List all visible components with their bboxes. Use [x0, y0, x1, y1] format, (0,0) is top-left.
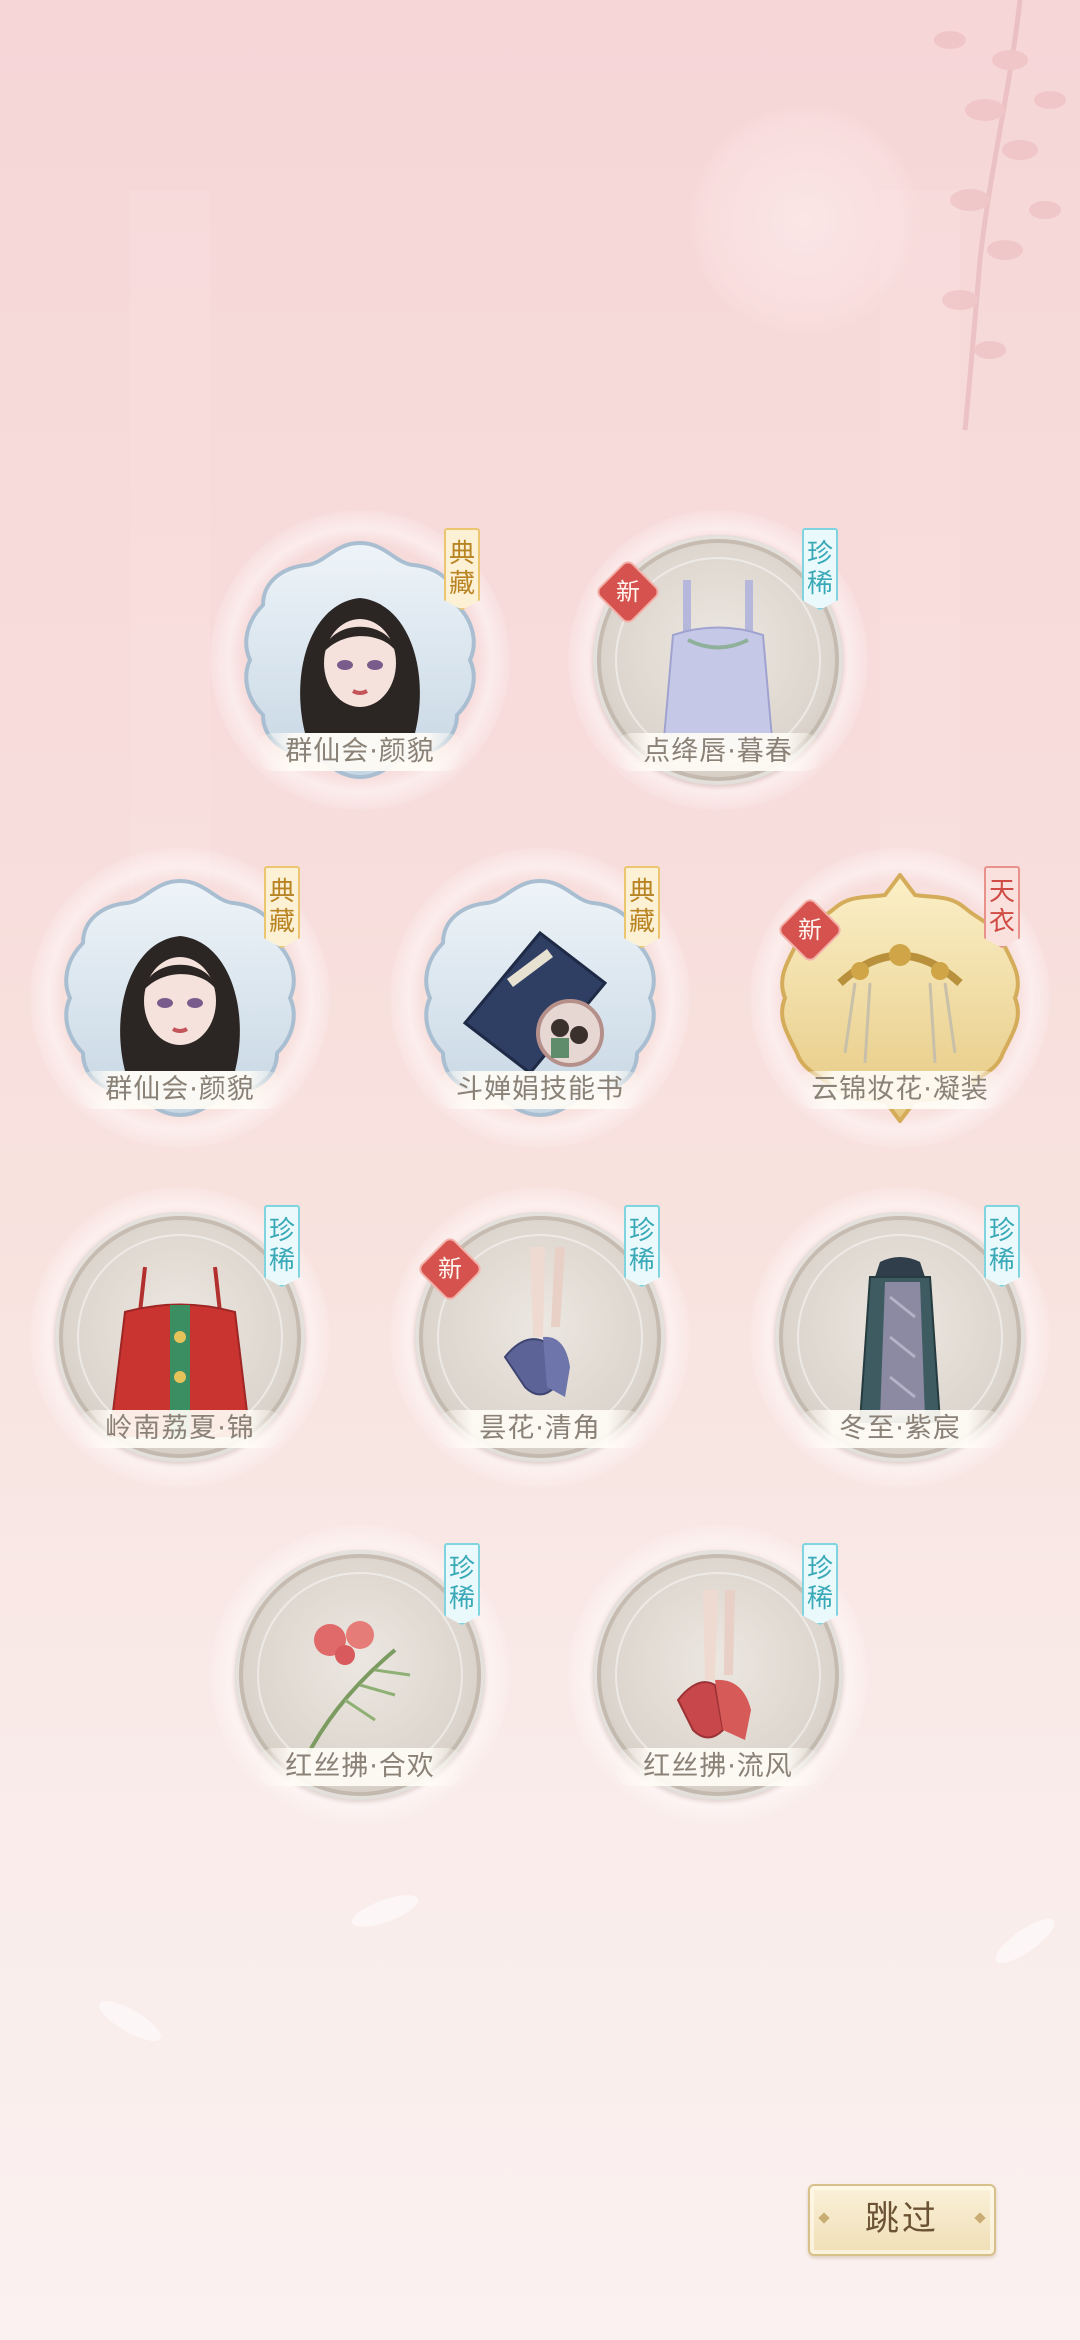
rarity-tag: 珍稀: [984, 1205, 1020, 1287]
face-portrait-icon: [120, 936, 240, 1071]
rarity-tag: 典藏: [444, 528, 480, 610]
rarity-tag: 珍稀: [802, 1543, 838, 1625]
item-name: 冬至·紫宸: [795, 1410, 1005, 1448]
rarity-tag: 天衣: [984, 866, 1020, 948]
reward-item[interactable]: 珍稀 红丝拂·流风: [568, 1525, 868, 1825]
item-name: 群仙会·颜貌: [75, 1071, 285, 1109]
item-name: 斗婵娟技能书: [435, 1071, 645, 1109]
new-badge: 新: [418, 1237, 482, 1301]
reward-item[interactable]: 珍稀 冬至·紫宸: [750, 1187, 1050, 1487]
skill-book-icon: [462, 930, 608, 1073]
skip-button[interactable]: 跳过: [808, 2184, 996, 2256]
rarity-tag: 珍稀: [444, 1543, 480, 1625]
moon-decoration: [690, 105, 920, 335]
petal-decoration: [990, 1911, 1060, 1971]
item-name: 红丝拂·合欢: [255, 1748, 465, 1786]
reward-item[interactable]: 典藏 斗婵娟技能书: [390, 848, 690, 1148]
item-name: 岭南荔夏·锦: [75, 1410, 285, 1448]
item-name: 云锦妆花·凝装: [795, 1071, 1005, 1109]
petal-decoration: [348, 1888, 422, 1934]
item-name: 红丝拂·流风: [613, 1748, 823, 1786]
flower-branch-icon: [303, 1621, 411, 1760]
reward-item[interactable]: 新 珍稀 点绛唇·暮春: [568, 510, 868, 810]
reward-item[interactable]: 典藏 群仙会·颜貌: [30, 848, 330, 1148]
petal-decoration: [94, 1993, 166, 2049]
reward-item[interactable]: 珍稀 岭南荔夏·锦: [30, 1187, 330, 1487]
rarity-tag: 典藏: [624, 866, 660, 948]
cape-icon: [858, 1257, 942, 1423]
wisteria-branch-decoration: [934, 0, 1066, 431]
reward-item[interactable]: 新 珍稀 昙花·清角: [390, 1187, 690, 1487]
dress-top-icon: [661, 580, 775, 750]
rarity-tag: 珍稀: [624, 1205, 660, 1287]
item-name: 昙花·清角: [435, 1410, 645, 1448]
hair-ornament-icon: [837, 944, 963, 1064]
red-shoes-icon: [676, 1590, 751, 1740]
reward-item[interactable]: 新 天衣 云锦妆花·凝装: [750, 848, 1050, 1148]
reward-item[interactable]: 珍稀 红丝拂·合欢: [210, 1525, 510, 1825]
new-badge: 新: [596, 560, 660, 624]
rarity-tag: 珍稀: [802, 528, 838, 610]
background: [0, 0, 1080, 2340]
reward-item[interactable]: 典藏 群仙会·颜貌: [210, 510, 510, 810]
face-portrait-icon: [300, 598, 420, 733]
item-name: 点绛唇·暮春: [613, 733, 823, 771]
blue-shoes-icon: [503, 1247, 570, 1397]
rarity-tag: 珍稀: [264, 1205, 300, 1287]
rarity-tag: 典藏: [264, 866, 300, 948]
item-name: 群仙会·颜貌: [255, 733, 465, 771]
new-badge: 新: [778, 898, 842, 962]
